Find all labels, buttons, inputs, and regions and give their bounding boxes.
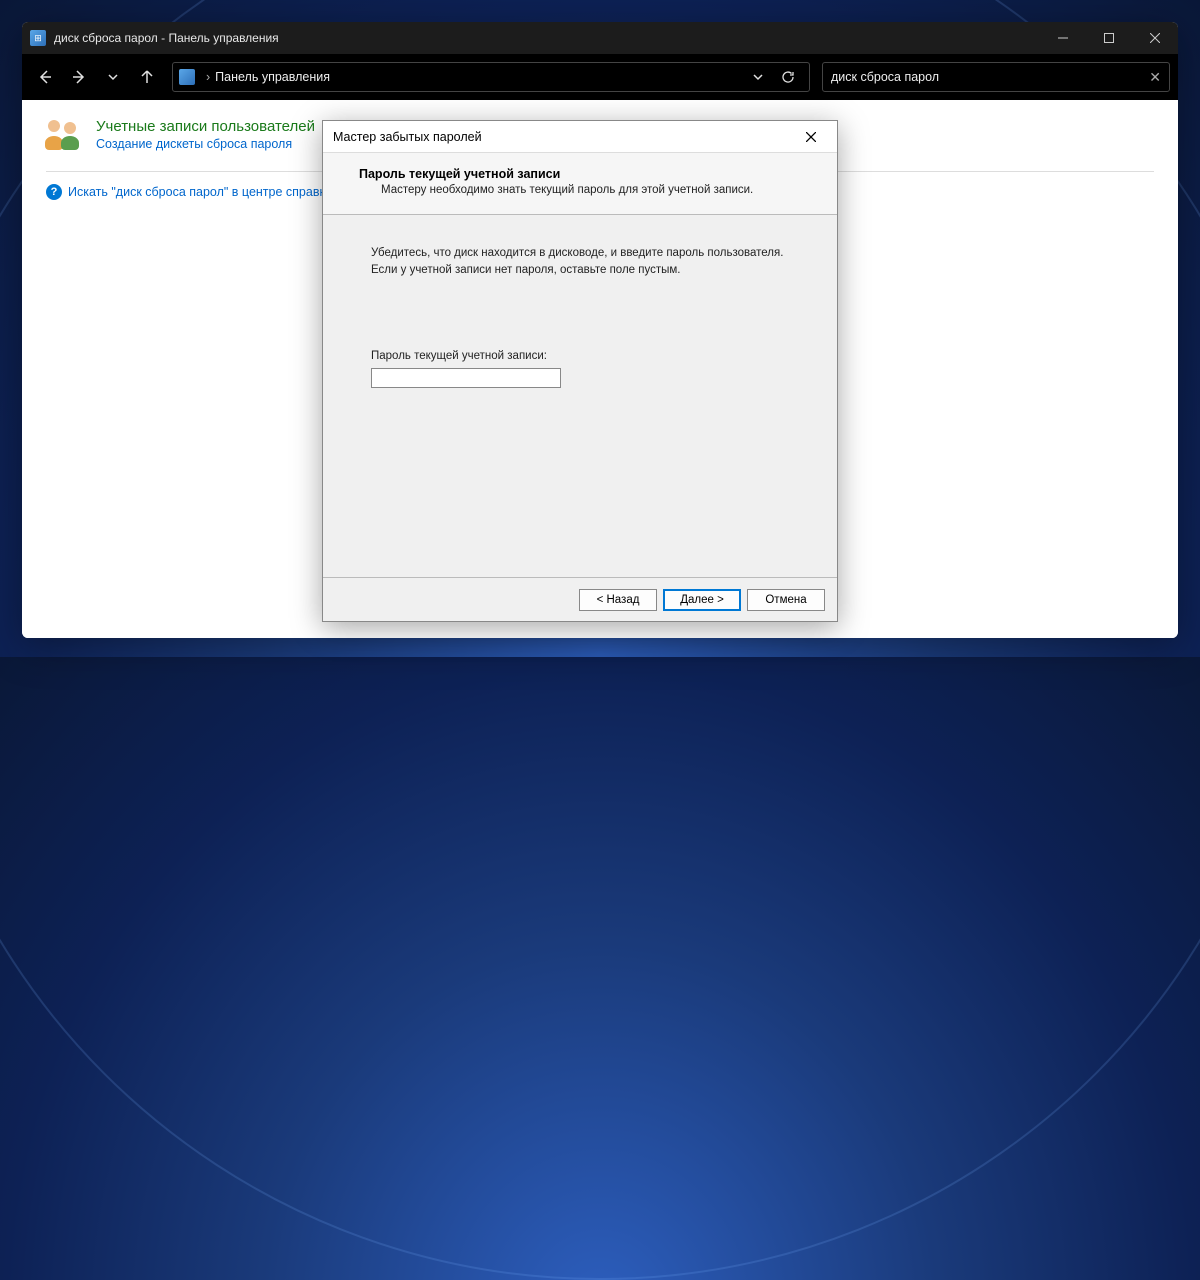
recent-dropdown[interactable] — [98, 62, 128, 92]
wizard-header: Пароль текущей учетной записи Мастеру не… — [323, 153, 837, 215]
cancel-button-wizard[interactable]: Отмена — [747, 589, 825, 611]
user-accounts-icon — [46, 118, 84, 150]
next-button-wizard[interactable]: Далее > — [663, 589, 741, 611]
clear-search-icon[interactable]: ✕ — [1149, 69, 1161, 86]
window-title: диск сброса парол - Панель управления — [54, 31, 1040, 45]
help-icon: ? — [46, 184, 62, 200]
password-field-label: Пароль текущей учетной записи: — [371, 350, 789, 362]
up-button[interactable] — [132, 62, 162, 92]
wizard-step-title: Пароль текущей учетной записи — [359, 167, 801, 181]
control-panel-icon — [179, 69, 195, 85]
forgotten-password-wizard: Мастер забытых паролей Пароль текущей уч… — [322, 120, 838, 622]
wizard-titlebar[interactable]: Мастер забытых паролей — [323, 121, 837, 153]
wizard-hint: Убедитесь, что диск находится в дисковод… — [371, 245, 789, 278]
back-button-wizard[interactable]: < Назад — [579, 589, 657, 611]
forward-button[interactable] — [64, 62, 94, 92]
address-dropdown[interactable] — [743, 62, 773, 92]
wizard-title: Мастер забытых паролей — [333, 130, 795, 144]
close-button[interactable] — [1132, 22, 1178, 54]
search-input[interactable] — [831, 70, 1149, 84]
help-search-link[interactable]: Искать "диск сброса парол" в центре спра… — [68, 185, 360, 199]
titlebar[interactable]: ⊞ диск сброса парол - Панель управления — [22, 22, 1178, 54]
current-password-input[interactable] — [371, 368, 561, 388]
breadcrumb-label[interactable]: Панель управления — [215, 70, 330, 84]
minimize-button[interactable] — [1040, 22, 1086, 54]
search-bar[interactable]: ✕ — [822, 62, 1170, 92]
address-bar[interactable]: › Панель управления — [172, 62, 810, 92]
create-reset-disk-link[interactable]: Создание дискеты сброса пароля — [96, 137, 292, 151]
nav-toolbar: › Панель управления ✕ — [22, 54, 1178, 100]
wizard-step-subtitle: Мастеру необходимо знать текущий пароль … — [381, 184, 801, 196]
back-button[interactable] — [30, 62, 60, 92]
app-icon: ⊞ — [30, 30, 46, 46]
wizard-footer: < Назад Далее > Отмена — [323, 577, 837, 621]
wizard-body: Убедитесь, что диск находится в дисковод… — [323, 215, 837, 577]
refresh-button[interactable] — [773, 62, 803, 92]
breadcrumb-sep: › — [206, 70, 210, 84]
wizard-close-button[interactable] — [795, 125, 827, 149]
maximize-button[interactable] — [1086, 22, 1132, 54]
category-title: Учетные записи пользователей — [96, 118, 315, 135]
